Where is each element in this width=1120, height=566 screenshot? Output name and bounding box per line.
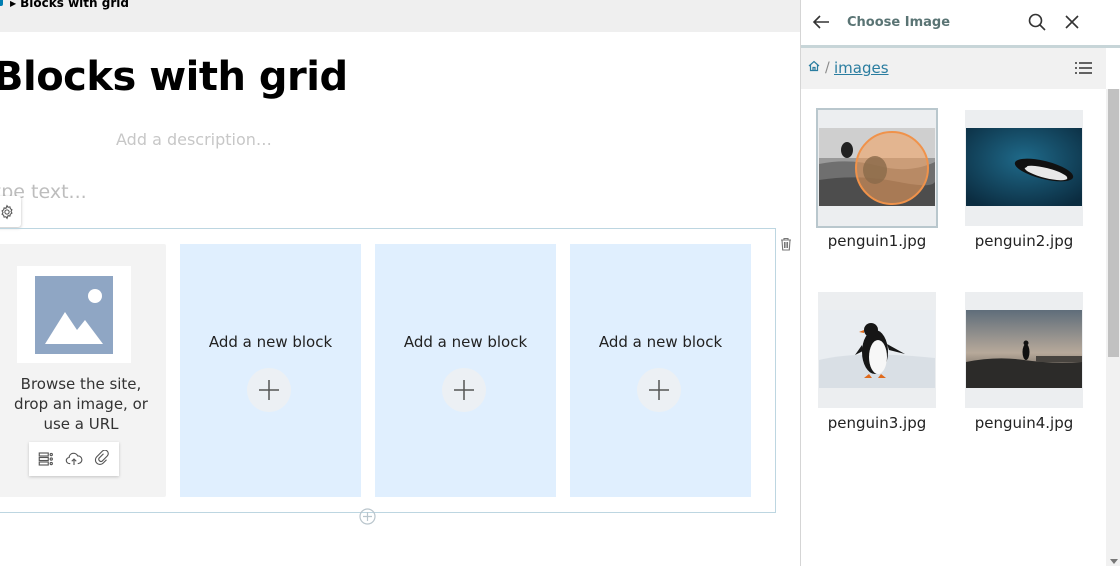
- image-item[interactable]: penguin4.jpg: [965, 292, 1083, 432]
- search-icon[interactable]: [1028, 13, 1046, 31]
- breadcrumb-bar: ▶ Blocks with grid: [0, 0, 801, 32]
- image-thumbnail[interactable]: [818, 292, 936, 408]
- plus-icon: [649, 380, 669, 400]
- add-block-cell[interactable]: Add a new block: [180, 244, 361, 497]
- image-cell[interactable]: Browse the site, drop an image, or use a…: [0, 244, 166, 497]
- add-block-button[interactable]: [442, 368, 486, 412]
- gear-icon: [0, 204, 13, 219]
- add-block-label: Add a new block: [208, 333, 333, 351]
- caret-right-icon: ▶: [10, 0, 17, 8]
- breadcrumb-current: Blocks with grid: [20, 0, 129, 10]
- add-block-cell[interactable]: Add a new block: [375, 244, 556, 497]
- sidebar-scrollbar[interactable]: [1106, 89, 1120, 566]
- image-thumbnail[interactable]: [816, 108, 938, 228]
- link-icon[interactable]: [93, 450, 111, 468]
- image-item[interactable]: penguin2.jpg: [965, 110, 1083, 250]
- add-block-label: Add a new block: [403, 333, 528, 351]
- folder-breadcrumb: / images: [801, 48, 1106, 89]
- image-icon: [45, 288, 103, 344]
- image-thumbnail[interactable]: [965, 292, 1083, 408]
- image-item[interactable]: penguin1.jpg: [816, 108, 938, 250]
- home-icon[interactable]: [808, 60, 820, 72]
- scroll-down-arrow-icon[interactable]: [1110, 559, 1118, 564]
- sidebar-header: Choose Image: [801, 0, 1120, 46]
- back-arrow-icon[interactable]: [812, 14, 830, 30]
- image-filename: penguin2.jpg: [974, 232, 1074, 250]
- grid-block[interactable]: Browse the site, drop an image, or use a…: [0, 228, 776, 513]
- add-block-label: Add a new block: [598, 333, 723, 351]
- plus-icon: [454, 380, 474, 400]
- close-icon[interactable]: [1065, 15, 1079, 29]
- image-item[interactable]: penguin3.jpg: [818, 292, 936, 432]
- path-separator: /: [825, 60, 830, 76]
- penguin-photo: [819, 310, 935, 388]
- penguin-photo: [819, 128, 935, 206]
- penguin-photo: [966, 128, 1082, 206]
- plus-icon: [259, 380, 279, 400]
- scrollbar-thumb[interactable]: [1108, 89, 1119, 357]
- trash-icon: [781, 237, 791, 251]
- delete-block-button[interactable]: [780, 236, 792, 255]
- page-title[interactable]: Blocks with grid: [0, 54, 348, 100]
- description-field[interactable]: Add a description…: [116, 130, 272, 149]
- upload-icon[interactable]: [64, 450, 84, 468]
- add-block-below-button[interactable]: [359, 508, 376, 529]
- browse-site-icon[interactable]: [37, 450, 55, 468]
- list-view-icon[interactable]: [1075, 61, 1092, 75]
- image-source-toolbar: [29, 442, 119, 476]
- image-filename: penguin1.jpg: [827, 232, 927, 250]
- penguin-photo: [966, 310, 1082, 388]
- plus-circle-icon: [359, 508, 376, 525]
- block-settings-button[interactable]: [0, 196, 21, 227]
- folder-link-images[interactable]: images: [834, 59, 889, 77]
- image-placeholder: [17, 266, 131, 363]
- image-filename: penguin3.jpg: [827, 414, 927, 432]
- add-block-button[interactable]: [637, 368, 681, 412]
- sidebar-title: Choose Image: [847, 15, 951, 30]
- image-filename: penguin4.jpg: [974, 414, 1074, 432]
- choose-image-sidebar: Choose Image / images penguin1.jpg pengu…: [800, 0, 1120, 566]
- add-block-cell[interactable]: Add a new block: [570, 244, 751, 497]
- add-block-button[interactable]: [247, 368, 291, 412]
- image-thumbnail[interactable]: [965, 110, 1083, 226]
- breadcrumb: ▶ Blocks with grid: [0, 0, 129, 10]
- browse-instructions: Browse the site, drop an image, or use a…: [14, 375, 148, 433]
